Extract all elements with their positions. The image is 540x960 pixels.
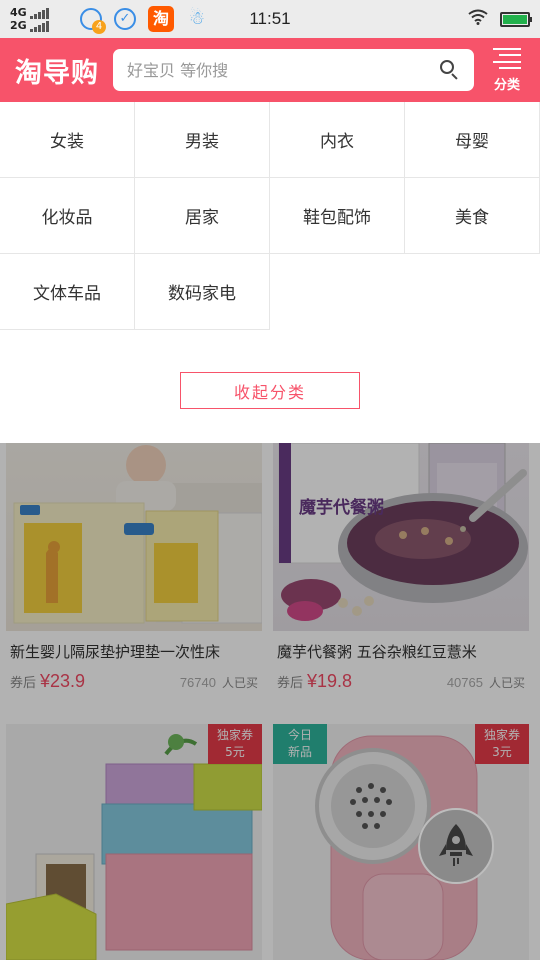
network-2g-label: 2G <box>10 19 27 32</box>
sales-count: 40765 <box>446 675 483 690</box>
tag-text: 今日 <box>287 728 312 742</box>
category-food[interactable]: 美食 <box>405 178 540 254</box>
app-logo: 淘导购 <box>15 57 99 89</box>
android-icon: ☃ <box>188 8 206 29</box>
coupon-label: 券后 <box>277 676 304 691</box>
tag-amount: 5元 <box>225 745 245 759</box>
category-mother-baby[interactable]: 母婴 <box>405 102 540 178</box>
new-today-tag: 今日 新品 <box>273 724 327 764</box>
product-card[interactable]: 新生婴儿隔尿垫护理垫一次性床 券后 ¥23.9 76740 人已买 <box>6 443 262 711</box>
category-women-clothing[interactable]: 女装 <box>0 102 135 178</box>
category-digital-appliances[interactable]: 数码家电 <box>135 254 270 330</box>
category-cosmetics[interactable]: 化妆品 <box>0 178 135 254</box>
tag-text: 独家券 <box>483 728 520 742</box>
product-card[interactable]: 独家券 5元 <box>6 724 262 960</box>
search-bar[interactable] <box>113 49 474 91</box>
tag-amount: 3元 <box>492 745 512 759</box>
check-circle-icon: ✓ <box>114 8 136 30</box>
category-label: 分类 <box>493 77 520 93</box>
product-image[interactable] <box>6 443 262 631</box>
product-card[interactable]: 魔芋代餐粥 魔芋代餐粥 五谷杂粮红豆薏米 券后 ¥19.8 40765 人已买 <box>273 443 529 711</box>
collapse-categories-button[interactable]: 收起分类 <box>180 372 360 409</box>
taobao-app-icon: 淘 <box>148 6 174 32</box>
empty-cell <box>270 254 405 330</box>
category-underwear[interactable]: 内衣 <box>270 102 405 178</box>
battery-icon <box>500 11 532 27</box>
category-shoes-bags[interactable]: 鞋包配饰 <box>270 178 405 254</box>
notification-badge: 4 <box>92 20 106 34</box>
status-bar: 4G 2G 4 ✓ 淘 ☃ 11:51 <box>0 0 540 38</box>
wifi-icon <box>468 9 488 29</box>
tag-text: 新品 <box>287 745 312 759</box>
signal-indicator: 4G 2G <box>10 6 68 32</box>
category-sports-car[interactable]: 文体车品 <box>0 254 135 330</box>
exclusive-coupon-tag: 独家券 3元 <box>475 724 529 764</box>
signal-bars-icon <box>29 8 49 19</box>
product-title[interactable]: 魔芋代餐粥 五谷杂粮红豆薏米 <box>273 641 529 663</box>
sales-count: 76740 <box>179 675 216 690</box>
product-price: ¥23.9 <box>40 671 86 691</box>
exclusive-coupon-tag: 独家券 5元 <box>208 724 262 764</box>
category-men-clothing[interactable]: 男装 <box>135 102 270 178</box>
product-image[interactable]: 魔芋代餐粥 <box>273 443 529 631</box>
category-menu-button[interactable]: 分类 <box>474 38 540 102</box>
coupon-label: 券后 <box>10 676 37 691</box>
menu-icon <box>493 47 521 70</box>
product-image-label: 魔芋代餐粥 <box>299 498 384 518</box>
tag-text: 独家券 <box>216 728 253 742</box>
search-icon[interactable] <box>440 60 460 80</box>
chat-notification-icon: 4 <box>80 8 106 34</box>
empty-cell <box>405 254 540 330</box>
product-title[interactable]: 新生婴儿隔尿垫护理垫一次性床 <box>6 641 262 663</box>
network-4g-label: 4G <box>10 6 27 19</box>
app-header: 淘导购 分类 <box>0 38 540 102</box>
category-grid: 女装 男装 内衣 母婴 化妆品 居家 鞋包配饰 美食 文体车品 数码家电 <box>0 102 540 330</box>
sales-unit: 人已买 <box>488 676 525 690</box>
product-price: ¥19.8 <box>307 671 353 691</box>
rocket-icon <box>439 824 473 866</box>
product-image[interactable]: 独家券 5元 <box>6 724 262 960</box>
category-home[interactable]: 居家 <box>135 178 270 254</box>
back-to-top-button[interactable] <box>418 808 494 884</box>
sales-unit: 人已买 <box>221 676 258 690</box>
search-input[interactable] <box>127 60 440 80</box>
signal-bars-icon <box>29 21 49 32</box>
